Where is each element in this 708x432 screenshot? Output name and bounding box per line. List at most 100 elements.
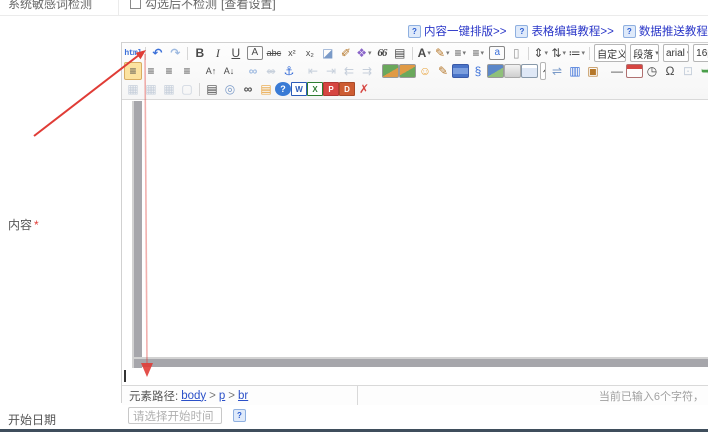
indent-left-icon[interactable]: ⇤ [304, 62, 322, 80]
highlight-color-icon[interactable]: ✎▾ [433, 44, 451, 62]
font-family-select[interactable]: arial▾ [663, 44, 689, 62]
paragraph-spacing-icon[interactable]: ⇕▾ [532, 44, 550, 62]
split-cells-icon[interactable]: ▦ [142, 80, 160, 98]
unlink-icon[interactable]: ∞ [262, 62, 280, 80]
path-link-body[interactable]: body [181, 390, 206, 402]
format-painter-icon[interactable]: ✐ [337, 44, 355, 62]
sensitive-checkbox[interactable] [130, 0, 141, 9]
cell-divider [118, 0, 119, 15]
letter-spacing-up-icon[interactable]: A↑ [202, 62, 220, 80]
autotypeset-icon[interactable]: a [489, 46, 505, 60]
bold-icon[interactable]: B [191, 44, 209, 62]
code-language-select[interactable]: 代码语言▾ [540, 62, 546, 80]
formula-icon[interactable]: ⊡ [679, 62, 697, 80]
char-border-icon[interactable]: A [247, 46, 263, 60]
table-clear-icon[interactable]: ▢ [178, 80, 196, 98]
import-excel-icon[interactable]: X [307, 82, 323, 96]
align-justify-icon[interactable]: ≡ [178, 62, 196, 80]
help-link-data-push[interactable]: ? 数据推送教程>> [623, 23, 708, 39]
columns-icon[interactable]: ▥ [566, 62, 584, 80]
help-link-table-tutorial[interactable]: ? 表格编辑教程>> [515, 23, 613, 39]
help-link-typeset[interactable]: ? 内容一键排版>> [408, 23, 506, 39]
subscript-icon[interactable]: x₂ [301, 44, 319, 62]
import-data-icon[interactable]: ➥ [697, 62, 708, 80]
char-count-status: 当前已输入6个字符， [358, 388, 708, 404]
attachment-icon[interactable]: § [469, 62, 487, 80]
format-eraser-icon[interactable]: ◪ [319, 44, 337, 62]
path-separator: > [228, 390, 235, 402]
superscript-icon[interactable]: x² [283, 44, 301, 62]
search-replace-icon[interactable]: ∞ [239, 80, 257, 98]
help-link-label: 内容一键排版>> [424, 23, 506, 39]
clear-doc-icon[interactable]: ✗ [355, 80, 373, 98]
indent-hanging-icon[interactable]: ⇉ [358, 62, 376, 80]
custom-heading-select[interactable]: 自定义标题▾ [594, 44, 626, 62]
path-link-br[interactable]: br [238, 390, 248, 402]
path-link-p[interactable]: p [219, 390, 225, 402]
italic-icon[interactable]: I [209, 44, 227, 62]
sensitive-word-field: 勾选后不检测 [查看设置] [130, 0, 276, 12]
image-manager-icon[interactable] [399, 64, 416, 78]
align-right-icon[interactable]: ≡ [160, 62, 178, 80]
path-separator: > [209, 390, 216, 402]
element-path: 元素路径: body > p > br [122, 386, 358, 405]
template-icon[interactable]: ▣ [584, 62, 602, 80]
import-word-icon[interactable]: W [291, 82, 307, 96]
content-field-label: 内容* [8, 216, 39, 233]
import-pdf-icon[interactable]: P [323, 82, 339, 96]
paragraph-select[interactable]: 段落▾ [630, 44, 659, 62]
page: { "sensitive_row": { "label": "系统敏感词检测",… [0, 0, 708, 432]
table-style-icon[interactable]: ▦ [160, 80, 178, 98]
text-effect-icon[interactable]: ❖▾ [355, 44, 373, 62]
help-icon[interactable]: ? [275, 82, 291, 96]
gallery-icon[interactable] [487, 64, 504, 78]
view-settings-link[interactable]: [查看设置] [221, 0, 276, 12]
insert-image-icon[interactable] [382, 64, 399, 78]
line-height-icon[interactable]: ⇅▾ [550, 44, 568, 62]
ordered-list-icon[interactable]: ≡▾ [451, 44, 469, 62]
strikethrough-icon[interactable]: abc [265, 44, 283, 62]
insert-date-icon[interactable] [626, 64, 643, 78]
anchor-icon[interactable]: ⚓ [280, 62, 298, 80]
insert-video-icon[interactable] [452, 64, 469, 78]
align-left-icon[interactable]: ≡ [124, 62, 142, 80]
question-icon: ? [515, 25, 528, 38]
date-help-icon[interactable]: ? [233, 409, 246, 422]
insert-title-icon[interactable]: ▤ [391, 44, 409, 62]
doc-image-icon[interactable] [521, 64, 538, 78]
underline-icon[interactable]: U [227, 44, 245, 62]
link-icon[interactable]: ∞ [244, 62, 262, 80]
font-size-select[interactable]: 16px▾ [693, 44, 708, 62]
insert-time-icon[interactable]: ◷ [643, 62, 661, 80]
snapshot-icon[interactable] [504, 64, 521, 78]
import-ppt-icon[interactable]: D [339, 82, 355, 96]
start-date-label: 开始日期 [8, 411, 56, 428]
text-cursor [124, 370, 126, 382]
align-center-icon[interactable]: ≡ [142, 62, 160, 80]
blank-doc-icon[interactable]: ▯ [507, 44, 525, 62]
drafts-icon[interactable]: ▤ [257, 80, 275, 98]
scrawl-icon[interactable]: ✎ [434, 62, 452, 80]
special-char-icon[interactable]: Ω [661, 62, 679, 80]
content-box-bottom-border [134, 359, 708, 367]
print-icon[interactable]: ▤ [203, 80, 221, 98]
source-code-button[interactable]: html [124, 44, 142, 62]
horizontal-rule-icon[interactable]: — [608, 62, 626, 80]
preview-icon[interactable]: ◎ [221, 80, 239, 98]
indent-right-icon[interactable]: ⇥ [322, 62, 340, 80]
redo-icon[interactable]: ↷ [166, 44, 184, 62]
sensitive-word-label: 系统敏感词检测 [8, 0, 92, 12]
insert-code-icon[interactable]: ⇌ [548, 62, 566, 80]
editor-content-area[interactable] [122, 100, 708, 385]
merge-cells-icon[interactable]: ▦ [124, 80, 142, 98]
indent-first-line-icon[interactable]: ⇇ [340, 62, 358, 80]
emoji-icon[interactable]: ☺ [416, 62, 434, 80]
start-date-input[interactable]: 请选择开始时间 [128, 407, 222, 424]
toolbar-row-2: ≡≡≡≡A↑A↓∞∞⚓⇤⇥⇇⇉☺✎§代码语言▾⇌▥▣—◷Ω⊡➥▦▦▦▦▦ [124, 62, 708, 80]
indent-menu-icon[interactable]: ≔▾ [568, 44, 586, 62]
blockquote-icon[interactable]: 66 [373, 44, 391, 62]
letter-spacing-down-icon[interactable]: A↓ [220, 62, 238, 80]
unordered-list-icon[interactable]: ≡▾ [469, 44, 487, 62]
font-color-icon[interactable]: A▾ [415, 44, 433, 62]
undo-icon[interactable]: ↶ [148, 44, 166, 62]
